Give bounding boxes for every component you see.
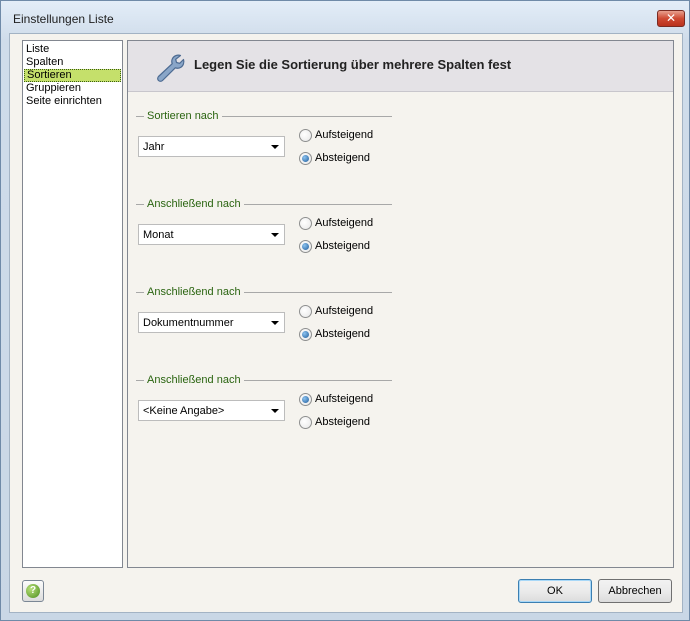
title-bar[interactable]: Einstellungen Liste ✕ <box>1 1 689 35</box>
nav-item-liste[interactable]: Liste <box>24 43 121 56</box>
close-icon: ✕ <box>665 11 677 25</box>
group-label: Sortieren nach <box>144 109 222 123</box>
nav-item-seite-einrichten[interactable]: Seite einrichten <box>24 95 121 108</box>
dialog-client-area: Liste Spalten Sortieren Gruppieren Seite… <box>9 33 683 613</box>
sort-column-select-4[interactable]: <Keine Angabe> <box>138 400 285 421</box>
nav-item-sortieren[interactable]: Sortieren <box>24 69 121 82</box>
sort-settings-panel: Legen Sie die Sortierung über mehrere Sp… <box>127 40 674 568</box>
sort-column-select-3[interactable]: Dokumentnummer <box>138 312 285 333</box>
dialog-window: Einstellungen Liste ✕ Liste Spalten Sort… <box>0 0 690 621</box>
radio-label: Absteigend <box>315 416 371 428</box>
radio-button[interactable] <box>299 217 312 230</box>
radio-label: Absteigend <box>315 152 371 164</box>
close-button[interactable]: ✕ <box>657 10 685 27</box>
select-value: <Keine Angabe> <box>143 405 225 417</box>
panel-title: Legen Sie die Sortierung über mehrere Sp… <box>194 57 512 72</box>
radio-label: Absteigend <box>315 240 371 252</box>
radio-label: Aufsteigend <box>315 129 374 141</box>
settings-nav-list: Liste Spalten Sortieren Gruppieren Seite… <box>22 40 123 568</box>
wrench-icon <box>157 54 185 82</box>
ok-button[interactable]: OK <box>518 579 592 603</box>
radio-label: Aufsteigend <box>315 217 374 229</box>
select-value: Dokumentnummer <box>143 317 234 329</box>
help-icon: ? <box>26 584 40 598</box>
nav-item-gruppieren[interactable]: Gruppieren <box>24 82 121 95</box>
radio-button-checked[interactable] <box>299 393 312 406</box>
radio-label: Aufsteigend <box>315 393 374 405</box>
nav-item-spalten[interactable]: Spalten <box>24 56 121 69</box>
window-title: Einstellungen Liste <box>13 12 114 26</box>
chevron-down-icon <box>271 321 279 325</box>
group-label: Anschließend nach <box>144 197 244 211</box>
radio-button[interactable] <box>299 416 312 429</box>
sort-column-select-2[interactable]: Monat <box>138 224 285 245</box>
radio-button-checked[interactable] <box>299 240 312 253</box>
radio-button[interactable] <box>299 129 312 142</box>
radio-button-checked[interactable] <box>299 328 312 341</box>
radio-button[interactable] <box>299 305 312 318</box>
panel-header: Legen Sie die Sortierung über mehrere Sp… <box>128 41 673 92</box>
chevron-down-icon <box>271 145 279 149</box>
group-label: Anschließend nach <box>144 285 244 299</box>
cancel-button[interactable]: Abbrechen <box>598 579 672 603</box>
sort-column-select-1[interactable]: Jahr <box>138 136 285 157</box>
select-value: Monat <box>143 229 174 241</box>
select-value: Jahr <box>143 141 165 153</box>
radio-label: Aufsteigend <box>315 305 374 317</box>
chevron-down-icon <box>271 233 279 237</box>
chevron-down-icon <box>271 409 279 413</box>
help-button[interactable]: ? <box>22 580 44 602</box>
group-label: Anschließend nach <box>144 373 244 387</box>
radio-button-checked[interactable] <box>299 152 312 165</box>
radio-label: Absteigend <box>315 328 371 340</box>
